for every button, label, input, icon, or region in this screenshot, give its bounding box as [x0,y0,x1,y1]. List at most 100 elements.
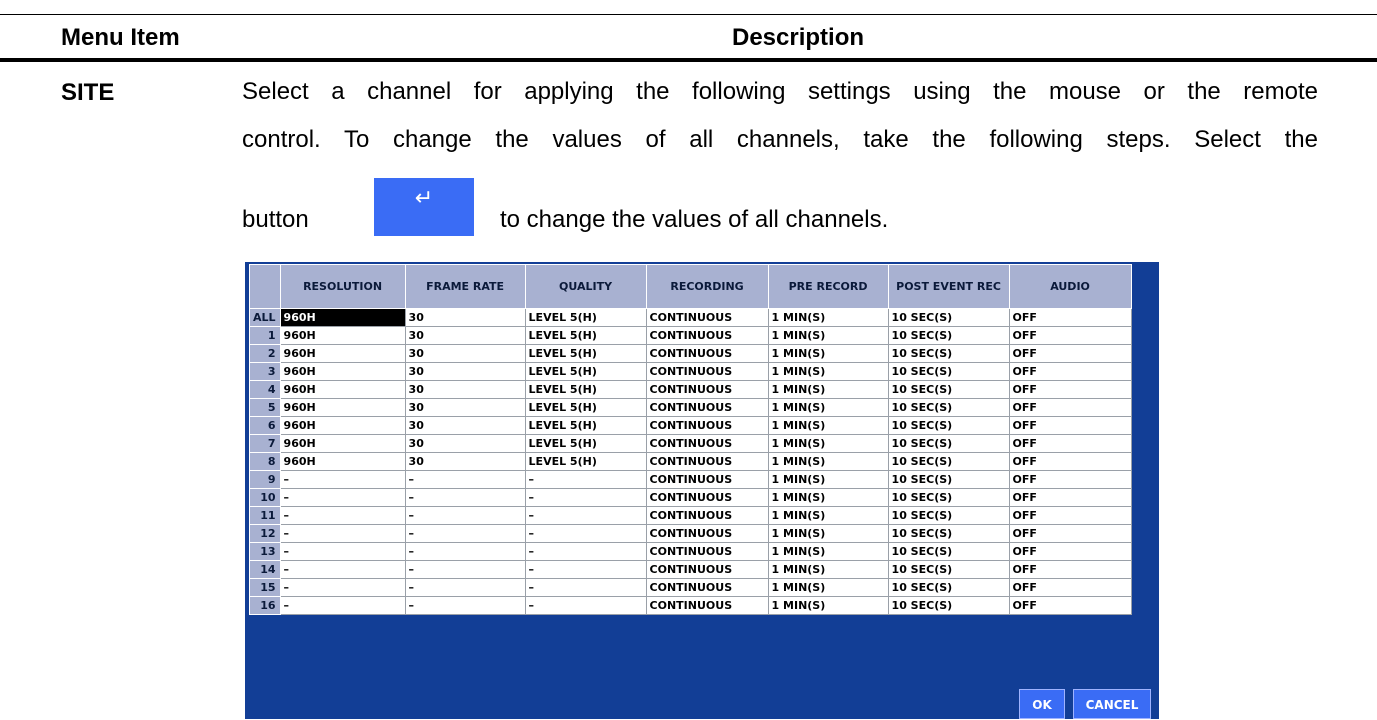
cell-pre-record[interactable]: 1 MIN(S) [767,308,889,327]
cell-post-event-rec[interactable]: 10 SEC(S) [887,542,1010,561]
cell-pre-record[interactable]: 1 MIN(S) [767,596,889,615]
cell-frame-rate[interactable]: – [404,596,526,615]
cell-quality[interactable]: LEVEL 5(H) [524,452,647,471]
cell-post-event-rec[interactable]: 10 SEC(S) [887,416,1010,435]
channel-label[interactable]: 16 [249,596,281,615]
cell-post-event-rec[interactable]: 10 SEC(S) [887,578,1010,597]
cell-quality[interactable]: LEVEL 5(H) [524,380,647,399]
table-row[interactable]: 15– – – CONTINUOUS 1 MIN(S) 10 SEC(S) OFF [249,578,1132,597]
cell-audio[interactable]: OFF [1008,524,1132,543]
cell-resolution[interactable]: 960H [279,452,406,471]
cell-recording[interactable]: CONTINUOUS [645,596,769,615]
cell-audio[interactable]: OFF [1008,344,1132,363]
cell-quality[interactable]: LEVEL 5(H) [524,308,647,327]
channel-label[interactable]: 12 [249,524,281,543]
table-row[interactable]: 12– – – CONTINUOUS 1 MIN(S) 10 SEC(S) OFF [249,524,1132,543]
cell-audio[interactable]: OFF [1008,380,1132,399]
cell-post-event-rec[interactable]: 10 SEC(S) [887,452,1010,471]
cell-post-event-rec[interactable]: 10 SEC(S) [887,524,1010,543]
cell-post-event-rec[interactable]: 10 SEC(S) [887,596,1010,615]
cell-pre-record[interactable]: 1 MIN(S) [767,488,889,507]
cell-frame-rate[interactable]: – [404,560,526,579]
cell-resolution[interactable]: 960H [279,416,406,435]
table-row[interactable]: 13– – – CONTINUOUS 1 MIN(S) 10 SEC(S) OFF [249,542,1132,561]
cell-audio[interactable]: OFF [1008,506,1132,525]
cell-recording[interactable]: CONTINUOUS [645,452,769,471]
cell-resolution[interactable]: 960H [279,362,406,381]
table-row[interactable]: 16– – – CONTINUOUS 1 MIN(S) 10 SEC(S) OFF [249,596,1132,615]
cell-recording[interactable]: CONTINUOUS [645,524,769,543]
cell-frame-rate[interactable]: – [404,524,526,543]
table-row[interactable]: 11– – – CONTINUOUS 1 MIN(S) 10 SEC(S) OFF [249,506,1132,525]
cell-pre-record[interactable]: 1 MIN(S) [767,434,889,453]
cell-audio[interactable]: OFF [1008,326,1132,345]
cell-post-event-rec[interactable]: 10 SEC(S) [887,560,1010,579]
channel-label[interactable]: 14 [249,560,281,579]
cell-pre-record[interactable]: 1 MIN(S) [767,506,889,525]
cell-frame-rate[interactable]: – [404,506,526,525]
cell-recording[interactable]: CONTINUOUS [645,398,769,417]
cell-pre-record[interactable]: 1 MIN(S) [767,398,889,417]
cell-frame-rate[interactable]: 30 [404,326,526,345]
table-row[interactable]: 6 960H 30 LEVEL 5(H) CONTINUOUS 1 MIN(S) 10 SE… [249,416,1132,435]
table-row[interactable]: 2 960H 30 LEVEL 5(H) CONTINUOUS 1 MIN(S) 10 SE… [249,344,1132,363]
cell-resolution[interactable]: 960H [279,344,406,363]
cell-recording[interactable]: CONTINUOUS [645,506,769,525]
cell-resolution[interactable]: 960H [279,434,406,453]
cell-frame-rate[interactable]: – [404,470,526,489]
channel-label[interactable]: 6 [249,416,281,435]
cell-recording[interactable]: CONTINUOUS [645,488,769,507]
cell-quality[interactable]: LEVEL 5(H) [524,398,647,417]
cell-resolution[interactable]: – [279,560,406,579]
cell-recording[interactable]: CONTINUOUS [645,542,769,561]
cell-frame-rate[interactable]: – [404,542,526,561]
table-row[interactable]: 9– – – CONTINUOUS 1 MIN(S) 10 SEC(S) OFF [249,470,1132,489]
ok-button[interactable]: OK [1019,689,1065,719]
cell-quality[interactable]: – [524,596,647,615]
cell-frame-rate[interactable]: – [404,578,526,597]
cell-resolution[interactable]: – [279,596,406,615]
cell-post-event-rec[interactable]: 10 SEC(S) [887,308,1010,327]
cell-post-event-rec[interactable]: 10 SEC(S) [887,362,1010,381]
cell-audio[interactable]: OFF [1008,416,1132,435]
cell-resolution[interactable]: 960H [279,326,406,345]
cell-quality[interactable]: – [524,488,647,507]
cell-quality[interactable]: – [524,560,647,579]
cell-recording[interactable]: CONTINUOUS [645,308,769,327]
cell-recording[interactable]: CONTINUOUS [645,362,769,381]
cell-audio[interactable]: OFF [1008,596,1132,615]
channel-label[interactable]: 4 [249,380,281,399]
channel-label[interactable]: ALL [249,308,281,327]
cell-recording[interactable]: CONTINUOUS [645,416,769,435]
channel-label[interactable]: 3 [249,362,281,381]
cell-pre-record[interactable]: 1 MIN(S) [767,560,889,579]
cell-pre-record[interactable]: 1 MIN(S) [767,344,889,363]
channel-label[interactable]: 13 [249,542,281,561]
cell-quality[interactable]: – [524,542,647,561]
table-row[interactable]: 4 960H 30 LEVEL 5(H) CONTINUOUS 1 MIN(S) 10 SE… [249,380,1132,399]
cell-quality[interactable]: LEVEL 5(H) [524,434,647,453]
channel-label[interactable]: 1 [249,326,281,345]
cell-recording[interactable]: CONTINUOUS [645,434,769,453]
cell-resolution[interactable]: 960H [279,308,406,327]
cell-audio[interactable]: OFF [1008,470,1132,489]
cell-frame-rate[interactable]: 30 [404,362,526,381]
cell-resolution[interactable]: 960H [279,380,406,399]
cell-recording[interactable]: CONTINUOUS [645,560,769,579]
cell-pre-record[interactable]: 1 MIN(S) [767,380,889,399]
cell-resolution[interactable]: – [279,470,406,489]
cell-frame-rate[interactable]: 30 [404,344,526,363]
cell-audio[interactable]: OFF [1008,560,1132,579]
cell-quality[interactable]: LEVEL 5(H) [524,416,647,435]
cell-post-event-rec[interactable]: 10 SEC(S) [887,398,1010,417]
cell-quality[interactable]: – [524,524,647,543]
table-row[interactable]: 7 960H 30 LEVEL 5(H) CONTINUOUS 1 MIN(S) 10 SE… [249,434,1132,453]
cell-post-event-rec[interactable]: 10 SEC(S) [887,434,1010,453]
cell-frame-rate[interactable]: 30 [404,308,526,327]
cell-resolution[interactable]: 960H [279,398,406,417]
cell-quality[interactable]: LEVEL 5(H) [524,344,647,363]
cell-post-event-rec[interactable]: 10 SEC(S) [887,488,1010,507]
cell-recording[interactable]: CONTINUOUS [645,578,769,597]
channel-label[interactable]: 5 [249,398,281,417]
cell-frame-rate[interactable]: 30 [404,452,526,471]
